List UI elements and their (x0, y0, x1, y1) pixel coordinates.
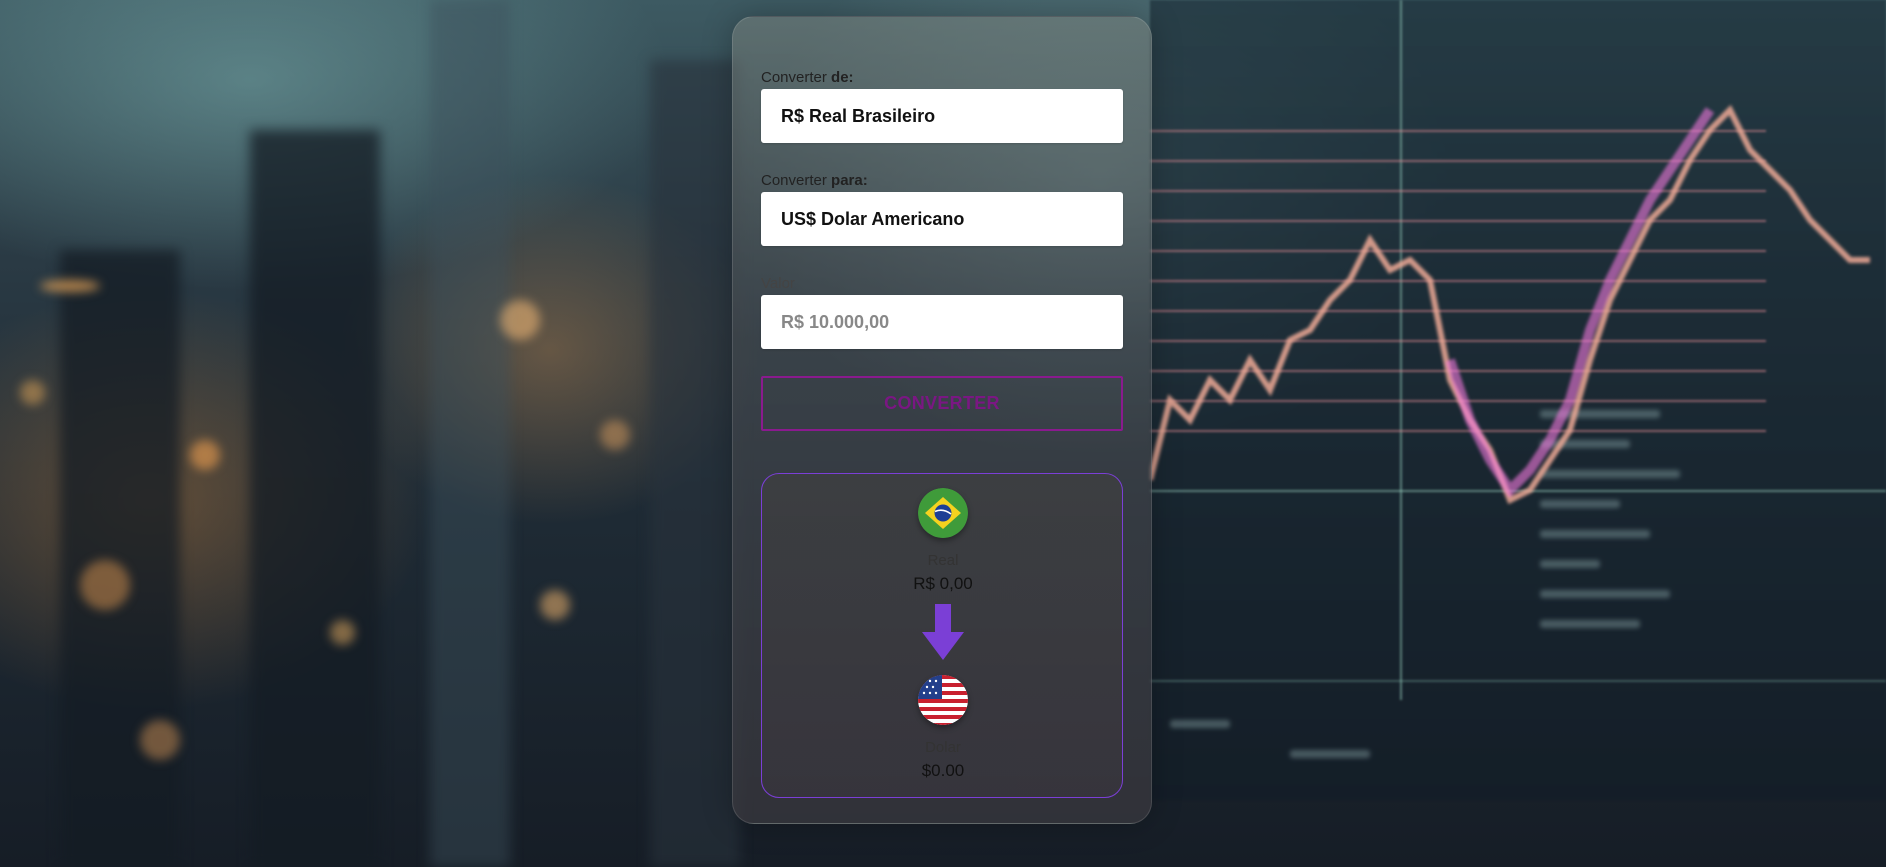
to-currency-value: US$ Dolar Americano (781, 208, 965, 229)
to-currency-select[interactable]: US$ Dolar Americano (761, 192, 1123, 246)
from-currency-amount: R$ 0,00 (913, 574, 973, 593)
arrow-down-icon (922, 604, 964, 660)
amount-placeholder: R$ 10.000,00 (781, 311, 890, 332)
result-panel: Real R$ 0,00 Dolar $0.00 (761, 473, 1123, 798)
convert-button[interactable]: CONVERTER (761, 376, 1123, 431)
from-label-prefix: Converter (761, 69, 827, 86)
to-currency-amount: $0.00 (921, 761, 965, 780)
brazil-flag-icon (918, 488, 968, 538)
to-currency-label: Converter para: (761, 172, 868, 189)
to-currency-name: Dolar (925, 739, 961, 756)
usa-flag-icon (918, 675, 968, 725)
from-currency-select[interactable]: R$ Real Brasileiro (761, 89, 1123, 143)
from-currency-label: Converter de: (761, 69, 854, 86)
from-currency-value: R$ Real Brasileiro (781, 105, 936, 126)
converter-card: Converter de: R$ Real Brasileiro Convert… (732, 16, 1152, 824)
candlestick-chart-graphic (1150, 104, 1870, 505)
to-label-prefix: Converter (761, 172, 827, 189)
amount-input[interactable]: R$ 10.000,00 (761, 295, 1123, 349)
amount-label: Valor (761, 275, 795, 292)
from-currency-name: Real (927, 552, 959, 569)
from-label-bold: de: (831, 69, 854, 86)
to-label-bold: para: (831, 172, 868, 189)
